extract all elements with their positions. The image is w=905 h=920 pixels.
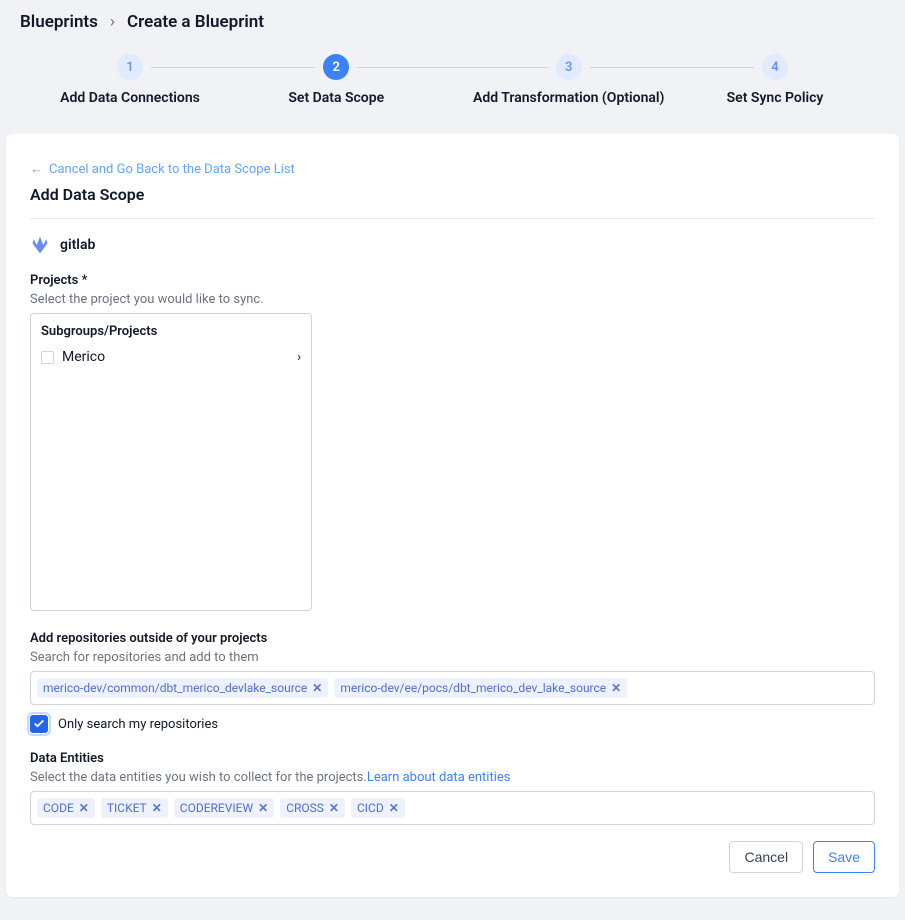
cancel-button[interactable]: Cancel bbox=[729, 841, 803, 873]
entity-tag[interactable]: TICKET ✕ bbox=[101, 798, 168, 818]
save-button[interactable]: Save bbox=[813, 841, 875, 873]
close-icon[interactable]: ✕ bbox=[389, 801, 399, 815]
projects-tree[interactable]: Subgroups/Projects Merico › bbox=[30, 313, 312, 611]
breadcrumb: Blueprints › Create a Blueprint bbox=[20, 12, 885, 32]
outside-repos-help: Search for repositories and add to them bbox=[30, 650, 875, 665]
tag-label: merico-dev/ee/pocs/dbt_merico_dev_lake_s… bbox=[340, 681, 606, 695]
step-label: Add Data Connections bbox=[60, 90, 200, 106]
breadcrumb-parent[interactable]: Blueprints bbox=[20, 12, 98, 32]
step-number-icon: 2 bbox=[323, 54, 349, 80]
tree-header: Subgroups/Projects bbox=[41, 324, 301, 339]
entity-tag[interactable]: CROSS ✕ bbox=[280, 798, 345, 818]
step-3[interactable]: 3 Add Transformation (Optional) bbox=[453, 54, 686, 106]
checkbox-icon[interactable] bbox=[41, 351, 54, 364]
entities-label: Data Entities bbox=[30, 751, 875, 766]
tag-label: CODE bbox=[43, 801, 74, 815]
tag-label: CODEREVIEW bbox=[180, 801, 253, 815]
close-icon[interactable]: ✕ bbox=[152, 801, 162, 815]
back-link-text: Cancel and Go Back to the Data Scope Lis… bbox=[49, 162, 295, 177]
tag-label: merico-dev/common/dbt_merico_devlake_sou… bbox=[43, 681, 307, 695]
tag-label: TICKET bbox=[107, 801, 147, 815]
entity-tag[interactable]: CODE ✕ bbox=[37, 798, 95, 818]
arrow-left-icon: ← bbox=[30, 161, 43, 177]
step-label: Add Transformation (Optional) bbox=[473, 90, 664, 106]
only-my-repos-label: Only search my repositories bbox=[58, 717, 218, 732]
tag-label: CICD bbox=[357, 801, 384, 815]
wizard-stepper: 1 Add Data Connections 2 Set Data Scope … bbox=[0, 32, 905, 134]
step-1[interactable]: 1 Add Data Connections bbox=[40, 54, 220, 106]
page-title: Add Data Scope bbox=[30, 185, 875, 219]
entities-help: Select the data entities you wish to col… bbox=[30, 770, 875, 785]
gitlab-icon bbox=[30, 235, 50, 255]
repo-tag[interactable]: merico-dev/common/dbt_merico_devlake_sou… bbox=[37, 678, 328, 698]
connection-name-text: gitlab bbox=[60, 237, 95, 253]
step-label: Set Sync Policy bbox=[727, 90, 824, 106]
projects-label: Projects * bbox=[30, 273, 875, 288]
back-link[interactable]: ← Cancel and Go Back to the Data Scope L… bbox=[30, 161, 295, 177]
outside-repos-label: Add repositories outside of your project… bbox=[30, 631, 875, 646]
repo-search-input[interactable]: merico-dev/common/dbt_merico_devlake_sou… bbox=[30, 671, 875, 705]
entities-input[interactable]: CODE ✕ TICKET ✕ CODEREVIEW ✕ CROSS ✕ CICD ✕ bbox=[30, 791, 875, 825]
step-2[interactable]: 2 Set Data Scope bbox=[220, 54, 453, 106]
breadcrumb-current: Create a Blueprint bbox=[127, 12, 264, 32]
close-icon[interactable]: ✕ bbox=[258, 801, 268, 815]
tree-item-merico[interactable]: Merico › bbox=[41, 347, 301, 367]
step-number-icon: 4 bbox=[762, 54, 788, 80]
step-number-icon: 3 bbox=[556, 54, 582, 80]
close-icon[interactable]: ✕ bbox=[329, 801, 339, 815]
chevron-right-icon[interactable]: › bbox=[297, 350, 301, 365]
connection-indicator: gitlab bbox=[30, 235, 875, 255]
only-my-repos-checkbox[interactable] bbox=[30, 715, 48, 733]
close-icon[interactable]: ✕ bbox=[79, 801, 89, 815]
step-number-icon: 1 bbox=[117, 54, 143, 80]
repo-tag[interactable]: merico-dev/ee/pocs/dbt_merico_dev_lake_s… bbox=[334, 678, 627, 698]
close-icon[interactable]: ✕ bbox=[611, 681, 621, 695]
tag-label: CROSS bbox=[286, 801, 324, 815]
tree-item-label: Merico bbox=[62, 349, 105, 365]
learn-entities-link[interactable]: Learn about data entities bbox=[367, 770, 511, 785]
close-icon[interactable]: ✕ bbox=[312, 681, 322, 695]
chevron-right-icon: › bbox=[110, 12, 115, 32]
projects-help: Select the project you would like to syn… bbox=[30, 292, 875, 307]
step-4[interactable]: 4 Set Sync Policy bbox=[685, 54, 865, 106]
entity-tag[interactable]: CODEREVIEW ✕ bbox=[174, 798, 274, 818]
entity-tag[interactable]: CICD ✕ bbox=[351, 798, 405, 818]
check-icon bbox=[33, 718, 45, 730]
step-label: Set Data Scope bbox=[288, 90, 384, 106]
